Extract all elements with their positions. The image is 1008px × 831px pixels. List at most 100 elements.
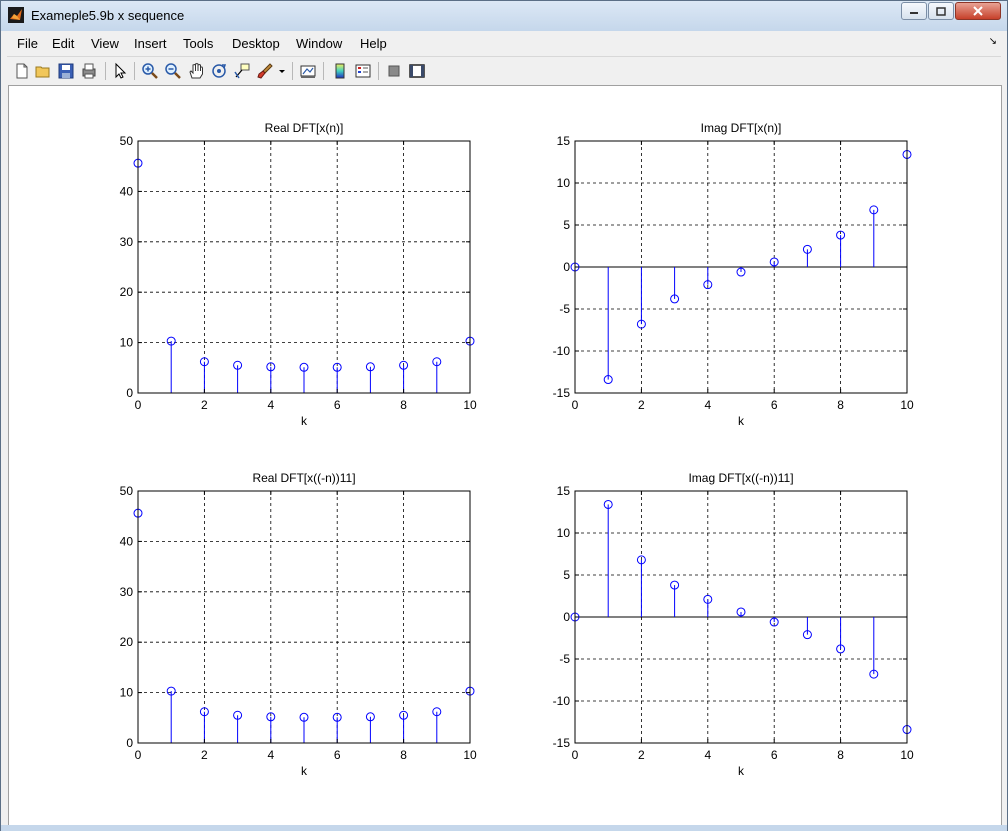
x-tick-label: 0 [135, 398, 142, 412]
menu-edit[interactable]: Edit [52, 36, 74, 51]
print-icon[interactable] [80, 62, 98, 80]
figure-toolbar [7, 56, 1001, 85]
title-bar[interactable]: Exameple5.9b x sequence [1, 1, 1007, 31]
x-tick-label: 2 [201, 748, 208, 762]
subplot-title: Real DFT[x((-n))11] [252, 471, 355, 485]
y-tick-label: 5 [563, 568, 570, 582]
zoom-in-icon[interactable] [141, 62, 159, 80]
y-tick-label: 0 [563, 610, 570, 624]
x-tick-label: 2 [638, 748, 645, 762]
toolbar-separator [292, 62, 293, 80]
y-tick-label: 10 [557, 526, 571, 540]
x-axis-label: k [738, 414, 745, 428]
x-tick-label: 10 [900, 398, 914, 412]
subplot-grid: 0 2 4 6 8 1001020304050Real DFT[x(n)]k0 2 4 6 8 10… [120, 121, 914, 778]
y-tick-label: -10 [553, 694, 571, 708]
toolbar-separator [378, 62, 379, 80]
menu-window[interactable]: Window [296, 36, 342, 51]
subplot-1: 0 2 4 6 8 10 0 10 20 30 40 50 Real DFT[x(n)] k [120, 121, 477, 428]
subplot-title: Imag DFT[x((-n))11] [688, 471, 793, 485]
y-tick-label: 40 [120, 534, 134, 548]
minimize-icon [910, 12, 918, 14]
brush-icon[interactable] [256, 62, 274, 80]
y-tick-label: -5 [559, 652, 570, 666]
x-tick-label: 6 [334, 398, 341, 412]
x-tick-label: 0 [572, 748, 579, 762]
legend-icon[interactable] [354, 62, 372, 80]
open-file-icon[interactable] [34, 62, 52, 80]
y-tick-label: 15 [557, 134, 571, 148]
y-tick-label: 0 [126, 736, 133, 750]
y-tick-label: 30 [120, 235, 134, 249]
close-icon [973, 6, 983, 16]
x-tick-label: 10 [463, 398, 477, 412]
new-figure-icon[interactable] [13, 62, 31, 80]
x-tick-label: 0 [135, 748, 142, 762]
axes-background [138, 491, 470, 743]
y-tick-label: 30 [120, 585, 134, 599]
toolbar-separator [134, 62, 135, 80]
x-tick-label: 6 [771, 748, 778, 762]
x-tick-label: 2 [638, 398, 645, 412]
colorbar-icon[interactable] [331, 62, 349, 80]
subplot-2: 0 2 4 6 8 10 -15 -10 -5 0 5 10 15 Imag DFT[x(n)] k [553, 121, 914, 428]
x-axis-label: k [738, 764, 745, 778]
axes-background [138, 141, 470, 393]
chevron-down-icon[interactable] [277, 62, 287, 80]
y-tick-label: -15 [553, 736, 571, 750]
y-tick-label: 20 [120, 285, 134, 299]
x-tick-label: 2 [201, 398, 208, 412]
matlab-logo-icon [8, 7, 24, 23]
x-tick-label: 6 [334, 748, 341, 762]
rotate-3d-icon[interactable] [210, 62, 228, 80]
x-tick-label: 6 [771, 398, 778, 412]
x-axis-label: k [301, 414, 308, 428]
x-tick-label: 0 [572, 398, 579, 412]
close-button[interactable] [955, 2, 1001, 20]
menu-tools[interactable]: Tools [183, 36, 213, 51]
x-tick-label: 8 [400, 748, 407, 762]
x-tick-label: 4 [704, 748, 711, 762]
y-tick-label: 10 [120, 336, 134, 350]
x-tick-label: 4 [267, 398, 274, 412]
toolbar-separator [105, 62, 106, 80]
menu-bar: File Edit View Insert Tools Desktop Wind… [7, 32, 1001, 54]
y-tick-label: 50 [120, 134, 134, 148]
menu-insert[interactable]: Insert [134, 36, 167, 51]
window-title: Exameple5.9b x sequence [31, 8, 185, 23]
menu-help[interactable]: Help [360, 36, 387, 51]
y-tick-label: 0 [563, 260, 570, 274]
dock-arrow-icon[interactable]: ↘ [989, 36, 997, 47]
zoom-out-icon[interactable] [164, 62, 182, 80]
y-tick-label: 40 [120, 184, 134, 198]
maximize-button[interactable] [928, 2, 954, 20]
x-tick-label: 10 [900, 748, 914, 762]
x-tick-label: 8 [400, 398, 407, 412]
y-tick-label: 50 [120, 484, 134, 498]
data-cursor-icon[interactable] [233, 62, 251, 80]
menu-view[interactable]: View [91, 36, 119, 51]
link-plot-icon[interactable] [299, 62, 317, 80]
y-tick-label: 15 [557, 484, 571, 498]
x-tick-label: 8 [837, 748, 844, 762]
subplot-3: 0 2 4 6 8 10 0 10 20 30 40 50 Real DFT[x((-n))11] k [120, 471, 477, 778]
menu-file[interactable]: File [17, 36, 38, 51]
minimize-button[interactable] [901, 2, 927, 20]
menu-desktop[interactable]: Desktop [232, 36, 280, 51]
x-tick-label: 4 [704, 398, 711, 412]
y-tick-label: 0 [126, 386, 133, 400]
x-tick-label: 8 [837, 398, 844, 412]
y-tick-label: -15 [553, 386, 571, 400]
subplot-title: Real DFT[x(n)] [265, 121, 344, 135]
toolbar-separator [323, 62, 324, 80]
y-tick-label: 10 [557, 176, 571, 190]
y-tick-label: 20 [120, 635, 134, 649]
window-bottom-border [1, 825, 1007, 831]
pan-hand-icon[interactable] [187, 62, 205, 80]
show-plot-tools-icon[interactable] [408, 62, 426, 80]
x-axis-label: k [301, 764, 308, 778]
x-tick-label: 10 [463, 748, 477, 762]
hide-plot-tools-icon[interactable] [385, 62, 403, 80]
edit-plot-arrow-icon[interactable] [111, 62, 129, 80]
save-icon[interactable] [57, 62, 75, 80]
